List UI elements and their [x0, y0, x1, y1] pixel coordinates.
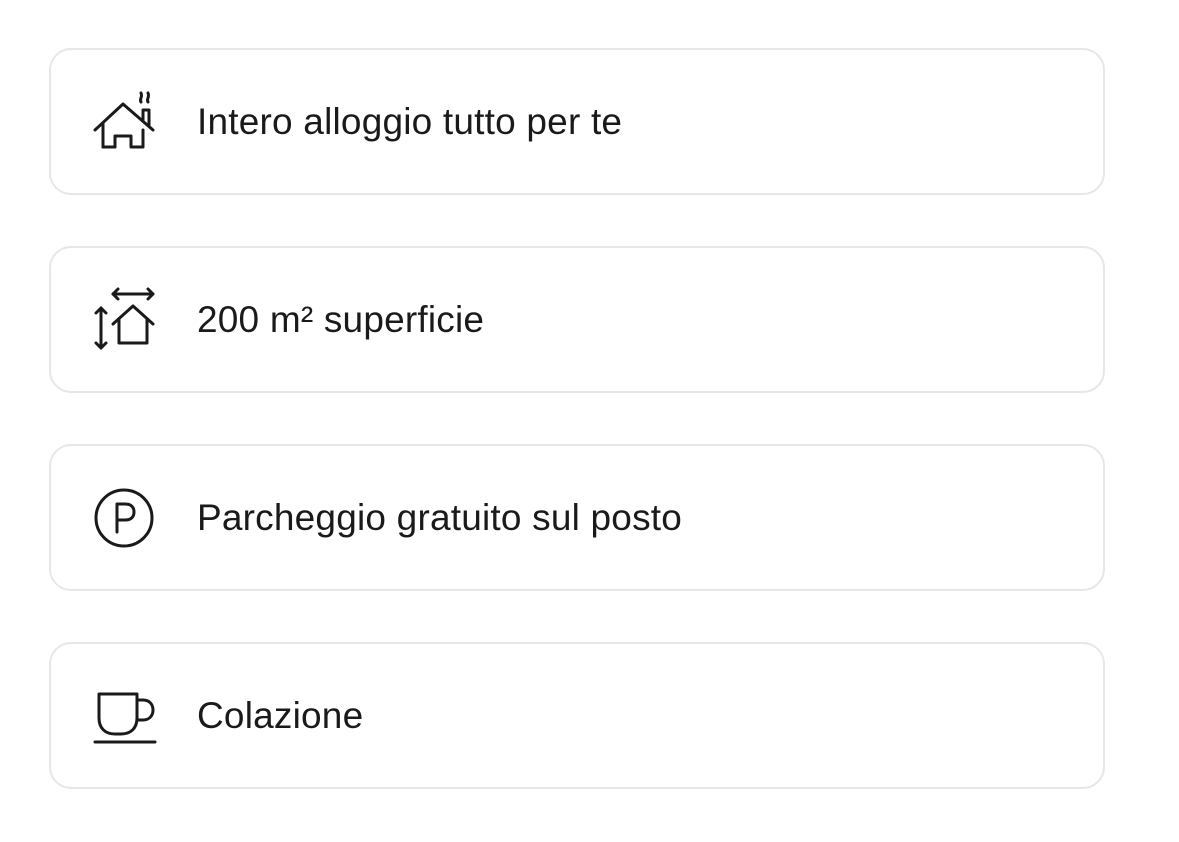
amenity-label: Intero alloggio tutto per te	[197, 100, 623, 142]
amenity-card-area: 200 m² superficie	[49, 246, 1105, 393]
amenity-card-parking: Parcheggio gratuito sul posto	[49, 444, 1105, 591]
house-chimney-icon	[93, 90, 157, 154]
coffee-cup-icon	[93, 684, 157, 748]
amenity-label: Parcheggio gratuito sul posto	[197, 496, 683, 538]
floor-area-icon	[93, 287, 157, 352]
amenity-card-entire-home: Intero alloggio tutto per te	[49, 48, 1105, 195]
amenity-card-breakfast: Colazione	[49, 642, 1105, 789]
amenity-label: 200 m² superficie	[197, 298, 485, 340]
amenity-label: Colazione	[197, 694, 364, 736]
parking-icon	[93, 486, 157, 550]
